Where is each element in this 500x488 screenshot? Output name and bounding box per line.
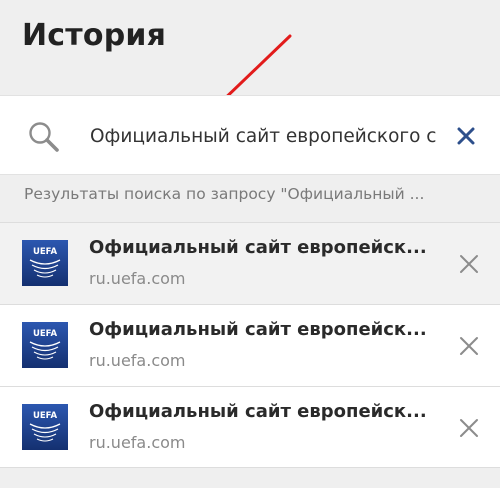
history-item-title[interactable]: Официальный сайт европейск... [89,237,429,258]
uefa-logo: UEFA [22,240,68,286]
page-title: История [22,18,167,53]
history-item-title[interactable]: Официальный сайт европейск... [89,401,429,422]
clear-icon[interactable] [454,124,478,148]
svg-text:UEFA: UEFA [33,329,58,339]
svg-text:UEFA: UEFA [33,411,58,421]
history-item[interactable]: UEFA Официальный сайт европейск... ru.ue… [0,222,500,304]
history-item-url: ru.uefa.com [89,433,186,452]
history-item[interactable]: UEFA Официальный сайт европейск... ru.ue… [0,304,500,386]
remove-icon[interactable] [458,253,480,275]
search-bar [0,95,500,175]
history-item-title[interactable]: Официальный сайт европейск... [89,319,429,340]
search-input[interactable] [90,120,448,152]
history-results-list: UEFA Официальный сайт европейск... ru.ue… [0,222,500,468]
uefa-logo: UEFA [22,404,68,450]
remove-icon[interactable] [458,335,480,357]
history-item[interactable]: UEFA Официальный сайт европейск... ru.ue… [0,386,500,468]
history-item-url: ru.uefa.com [89,351,186,370]
results-caption: Результаты поиска по запросу "Официальны… [24,185,425,203]
remove-icon[interactable] [458,417,480,439]
history-item-url: ru.uefa.com [89,269,186,288]
search-icon[interactable] [27,120,61,154]
uefa-logo: UEFA [22,322,68,368]
svg-text:UEFA: UEFA [33,247,58,257]
